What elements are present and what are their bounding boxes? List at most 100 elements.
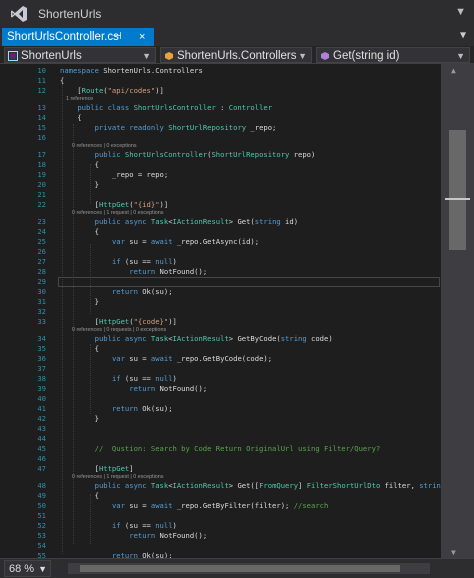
- codelens-annotation[interactable]: 0 references | 1 request | 0 exceptions: [0, 210, 440, 217]
- code-text: public async Task<IActionResult> GetByCo…: [94, 334, 333, 343]
- pin-icon[interactable]: ⊣: [113, 28, 122, 46]
- code-line: 20 }: [0, 180, 440, 190]
- line-number: 53: [37, 531, 46, 540]
- code-line: 35 {: [0, 344, 440, 354]
- codelens-annotation[interactable]: 0 references | 0 exceptions: [0, 143, 440, 150]
- line-number: 36: [37, 354, 46, 363]
- line-number: 26: [37, 247, 46, 256]
- code-text: [HttpGet("{code}")]: [60, 317, 177, 326]
- project-label: ShortenUrls: [21, 50, 82, 62]
- code-line: 23 public async Task<IActionResult> Get(…: [0, 217, 440, 227]
- window-menu-dropdown-icon[interactable]: ▼: [455, 6, 466, 18]
- code-line: 27 if (su == null): [0, 257, 440, 267]
- code-line: 31 }: [0, 297, 440, 307]
- code-text: {: [60, 344, 99, 353]
- code-line: 12 [Route("api/codes")]: [0, 86, 440, 96]
- project-dropdown[interactable]: ShortenUrls ▼: [4, 47, 156, 63]
- code-line: 16: [0, 133, 440, 143]
- line-number: 14: [37, 113, 46, 122]
- tab-list-dropdown-icon[interactable]: ▼: [460, 30, 466, 41]
- line-number: 44: [37, 434, 46, 443]
- line-number: 42: [37, 414, 46, 423]
- code-line: 14 {: [0, 113, 440, 123]
- horizontal-scrollbar[interactable]: [68, 563, 430, 574]
- line-number: 51: [37, 511, 46, 520]
- line-number: 54: [37, 541, 46, 550]
- scroll-down-arrow-icon[interactable]: ▼: [451, 548, 456, 557]
- line-number: 12: [37, 86, 46, 95]
- close-icon[interactable]: ×: [139, 28, 145, 46]
- codelens-annotation[interactable]: 0 references | 1 request | 0 exceptions: [0, 474, 440, 481]
- line-number: 25: [37, 237, 46, 246]
- line-number: 43: [37, 424, 46, 433]
- code-text: {: [60, 113, 82, 122]
- line-number: 41: [37, 404, 46, 413]
- chevron-down-icon: ▼: [142, 51, 151, 61]
- codelens-text: 0 references | 1 request | 0 exceptions: [60, 210, 164, 216]
- code-text: public async Task<IActionResult> Get(str…: [94, 217, 299, 226]
- vertical-scroll-thumb[interactable]: [449, 130, 466, 250]
- code-line: 42 }: [0, 414, 440, 424]
- line-number: 15: [37, 123, 46, 132]
- editor-status-bar: 68 % ▼: [0, 558, 474, 578]
- csharp-project-icon: [8, 51, 18, 61]
- line-number: 20: [37, 180, 46, 189]
- line-number: 30: [37, 287, 46, 296]
- line-number: 55: [37, 551, 46, 558]
- horizontal-scroll-thumb[interactable]: [80, 565, 400, 572]
- line-number: 21: [37, 190, 46, 199]
- code-text: return NotFound();: [129, 267, 208, 276]
- code-line: 52 if (su == null): [0, 521, 440, 531]
- member-dropdown[interactable]: Get(string id) ▼: [316, 47, 470, 63]
- code-text: if (su == null): [111, 257, 177, 266]
- code-line: 17 public ShortUrlsController(ShortUrlRe…: [0, 150, 440, 160]
- line-number: 48: [37, 481, 46, 490]
- code-line: 15 private readonly ShortUrlRepository _…: [0, 123, 440, 133]
- code-editor[interactable]: 10 namespace ShortenUrls.Controllers 11 {12…: [0, 64, 474, 558]
- codelens-annotation[interactable]: 1 reference: [0, 96, 440, 103]
- code-line: 19 _repo = repo;: [0, 170, 440, 180]
- code-text: return Ok(su);: [111, 404, 173, 413]
- scroll-up-arrow-icon[interactable]: ▲: [451, 66, 456, 75]
- line-number: 35: [37, 344, 46, 353]
- code-line: 51: [0, 511, 440, 521]
- code-text: return NotFound();: [129, 384, 208, 393]
- line-number: 32: [37, 307, 46, 316]
- method-icon: [321, 52, 329, 60]
- visual-studio-logo-icon: [11, 6, 27, 22]
- codelens-annotation[interactable]: 0 references | 0 requests | 0 exceptions: [0, 327, 440, 334]
- line-number: 29: [37, 277, 46, 286]
- code-line: 50 var su = await _repo.GetByFilter(filt…: [0, 501, 440, 511]
- line-number: 50: [37, 501, 46, 510]
- class-dropdown[interactable]: ShortenUrls.Controllers.ShortUrlsControl…: [160, 47, 312, 63]
- code-text: public class ShortUrlsController : Contr…: [77, 103, 273, 112]
- line-number: 10: [37, 66, 46, 75]
- vertical-scrollbar[interactable]: ▲ ▼: [441, 64, 474, 558]
- code-line: 37: [0, 364, 440, 374]
- line-number: 19: [37, 170, 46, 179]
- chevron-down-icon: ▼: [298, 51, 307, 61]
- code-line: 22 [HttpGet("{id}")]: [0, 200, 440, 210]
- line-number: 49: [37, 491, 46, 500]
- zoom-dropdown[interactable]: 68 % ▼: [4, 560, 52, 577]
- code-text: // Qustion: Search by Code Return Origin…: [94, 444, 381, 453]
- line-number: 11: [37, 76, 46, 85]
- code-line: 18 {: [0, 160, 440, 170]
- line-number: 37: [37, 364, 46, 373]
- tab-label: ShortUrlsController.cs: [7, 31, 119, 43]
- line-number: 33: [37, 317, 46, 326]
- codelens-text: 0 references | 0 requests | 0 exceptions: [60, 327, 167, 333]
- code-text: [Route("api/codes")]: [60, 86, 164, 95]
- line-number: 52: [37, 521, 46, 530]
- line-number: 45: [37, 444, 46, 453]
- code-text: var su = await _repo.GetAsync(id);: [111, 237, 260, 246]
- line-number: 31: [37, 297, 46, 306]
- chevron-down-icon: ▼: [38, 564, 48, 574]
- line-number: 18: [37, 160, 46, 169]
- tab-shorturlscontroller[interactable]: ShortUrlsController.cs ⊣ ×: [2, 28, 154, 46]
- code-text: [HttpGet("{id}")]: [60, 200, 169, 209]
- code-line: 49 {: [0, 491, 440, 501]
- code-text: }: [60, 180, 99, 189]
- line-number: 17: [37, 150, 46, 159]
- code-text: return Ok(su);: [111, 551, 173, 558]
